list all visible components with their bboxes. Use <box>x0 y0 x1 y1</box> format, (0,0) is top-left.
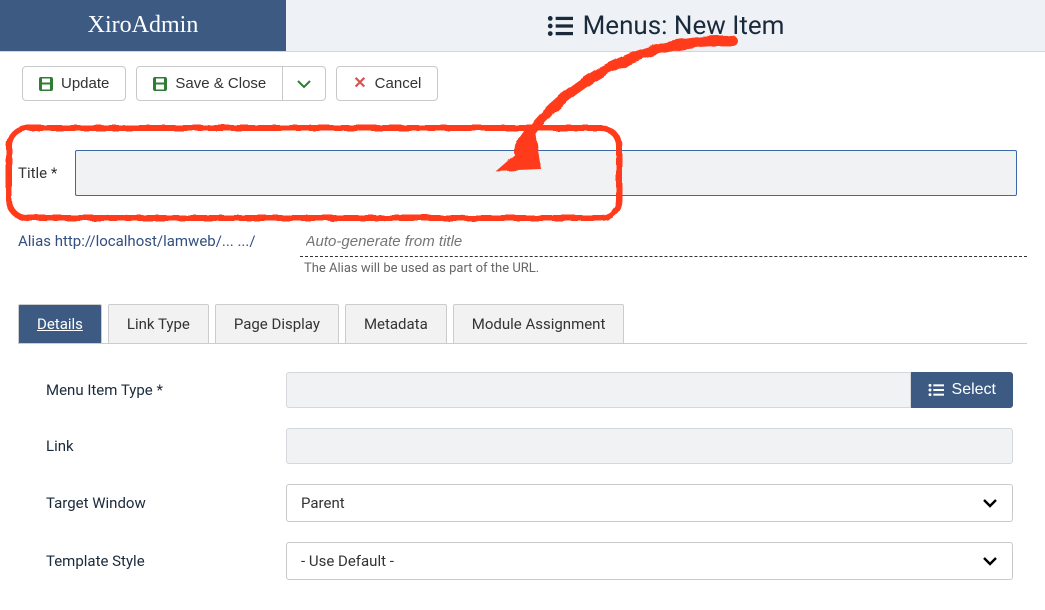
title-label: Title * <box>18 164 57 182</box>
title-input[interactable] <box>75 150 1017 196</box>
tab-metadata[interactable]: Metadata <box>345 304 447 343</box>
template-style-select[interactable]: - Use Default - <box>286 542 1013 580</box>
alias-input[interactable] <box>300 227 1027 257</box>
template-style-label: Template Style <box>46 552 286 570</box>
cancel-label: Cancel <box>375 75 422 92</box>
topbar: XiroAdmin Menus: New Item <box>0 0 1045 52</box>
save-icon <box>39 77 53 91</box>
toolbar: Update Save & Close ✕ Cancel <box>0 52 1045 111</box>
tab-page-display[interactable]: Page Display <box>215 304 339 343</box>
field-template-style: Template Style - Use Default - <box>46 542 1013 580</box>
list-icon <box>547 15 573 37</box>
page-title-wrap: Menus: New Item <box>286 0 1045 51</box>
tab-module-assignment[interactable]: Module Assignment <box>453 304 625 343</box>
chevron-down-icon <box>297 79 311 89</box>
target-window-select[interactable]: Parent <box>286 484 1013 522</box>
alias-row: Alias http://localhost/lamweb/... .../ <box>18 227 1027 257</box>
menu-item-type-select-button[interactable]: Select <box>911 372 1013 408</box>
menu-item-type-input <box>286 372 911 408</box>
chevron-down-icon <box>982 556 998 566</box>
update-button[interactable]: Update <box>22 66 126 101</box>
title-row: Title * <box>18 129 1027 217</box>
cancel-button[interactable]: ✕ Cancel <box>336 66 438 101</box>
page-title: Menus: New Item <box>583 11 785 41</box>
select-button-label: Select <box>952 381 996 399</box>
tab-details[interactable]: Details <box>18 304 102 343</box>
field-menu-item-type: Menu Item Type * Select <box>46 372 1013 408</box>
save-close-dropdown[interactable] <box>283 66 326 101</box>
template-style-value: - Use Default - <box>301 552 394 570</box>
alias-label: Alias http://localhost/lamweb/... .../ <box>18 232 256 250</box>
update-label: Update <box>61 75 109 92</box>
save-close-button[interactable]: Save & Close <box>136 66 283 101</box>
form-area: Title * Alias http://localhost/lamweb/..… <box>0 129 1045 610</box>
list-icon <box>928 383 944 397</box>
chevron-down-icon <box>982 498 998 508</box>
save-close-group: Save & Close <box>136 66 326 101</box>
save-icon <box>153 77 167 91</box>
target-window-label: Target Window <box>46 494 286 512</box>
save-close-label: Save & Close <box>175 75 266 92</box>
details-panel: Menu Item Type * Select Link Target Wind… <box>18 344 1027 610</box>
target-window-value: Parent <box>301 494 345 512</box>
tab-bar: Details Link Type Page Display Metadata … <box>18 304 1027 344</box>
link-label: Link <box>46 437 286 455</box>
menu-item-type-label: Menu Item Type * <box>46 381 286 399</box>
link-input <box>286 428 1013 464</box>
field-target-window: Target Window Parent <box>46 484 1013 522</box>
tab-link-type[interactable]: Link Type <box>108 304 209 343</box>
close-icon: ✕ <box>353 76 366 92</box>
alias-help-text: The Alias will be used as part of the UR… <box>304 261 1027 276</box>
brand-logo: XiroAdmin <box>0 0 286 51</box>
field-link: Link <box>46 428 1013 464</box>
